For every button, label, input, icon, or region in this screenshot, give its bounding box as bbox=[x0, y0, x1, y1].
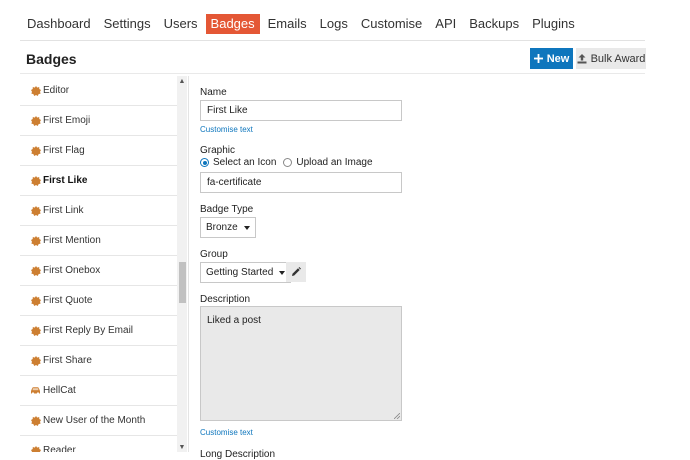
caret-down-icon bbox=[243, 225, 250, 230]
certificate-icon bbox=[30, 175, 41, 186]
name-label: Name bbox=[200, 87, 227, 98]
badge-list-item[interactable]: First Mention bbox=[20, 226, 180, 256]
badge-list-item-label: First Quote bbox=[43, 295, 93, 306]
badge-list-item-label: First Mention bbox=[43, 235, 101, 246]
tab-backups[interactable]: Backups bbox=[464, 14, 524, 34]
tab-badges[interactable]: Badges bbox=[205, 14, 260, 34]
badge-list-item[interactable]: First Link bbox=[20, 196, 180, 226]
badge-list-item-label: First Reply By Email bbox=[43, 325, 134, 336]
certificate-icon bbox=[30, 445, 41, 452]
certificate-icon bbox=[30, 145, 41, 156]
page-title: Badges bbox=[26, 51, 77, 67]
bulk-award-label: Bulk Award bbox=[590, 52, 646, 65]
badge-list-item[interactable]: New User of the Month bbox=[20, 406, 180, 436]
header-divider bbox=[20, 73, 645, 74]
tab-settings[interactable]: Settings bbox=[99, 14, 156, 34]
tab-plugins[interactable]: Plugins bbox=[527, 14, 580, 34]
certificate-icon bbox=[30, 85, 41, 96]
badge-type-label: Badge Type bbox=[200, 204, 254, 215]
plus-icon bbox=[533, 54, 543, 63]
admin-nav: Dashboard Settings Users Badges Emails Logs Cu… bbox=[20, 14, 583, 34]
caret-down-icon bbox=[279, 270, 286, 275]
certificate-icon bbox=[30, 295, 41, 306]
new-badge-button[interactable]: New bbox=[530, 48, 573, 69]
badge-list-item[interactable]: First Quote bbox=[20, 286, 180, 316]
certificate-icon bbox=[30, 115, 41, 126]
badge-list-item-label: HellCat bbox=[43, 385, 76, 396]
badge-list-item-label: New User of the Month bbox=[43, 415, 146, 426]
graphic-label: Graphic bbox=[200, 145, 236, 156]
tab-emails[interactable]: Emails bbox=[263, 14, 312, 34]
car-icon bbox=[30, 385, 41, 396]
badge-list-item[interactable]: First Onebox bbox=[20, 256, 180, 286]
description-textarea[interactable]: Liked a post bbox=[200, 306, 402, 421]
name-input[interactable]: First Like bbox=[200, 100, 402, 121]
certificate-icon bbox=[30, 415, 41, 426]
bulk-award-button[interactable]: Bulk Award bbox=[576, 48, 646, 69]
upload-image-radio[interactable] bbox=[283, 158, 293, 167]
badge-list-item[interactable]: First Flag bbox=[20, 136, 180, 166]
certificate-icon bbox=[30, 265, 41, 276]
badge-list-item-label: Editor bbox=[43, 85, 70, 96]
upload-image-label[interactable]: Upload an Image bbox=[296, 157, 372, 168]
description-label: Description bbox=[200, 294, 251, 305]
scroll-thumb[interactable] bbox=[179, 262, 186, 303]
badge-list-item-label: Reader bbox=[43, 445, 76, 452]
tab-customise[interactable]: Customise bbox=[356, 14, 427, 34]
description-text: Liked a post bbox=[207, 315, 261, 326]
badge-list-item-label: First Like bbox=[43, 175, 88, 186]
tab-api[interactable]: API bbox=[430, 14, 461, 34]
tab-logs[interactable]: Logs bbox=[315, 14, 353, 34]
upload-icon bbox=[577, 53, 587, 63]
graphic-options: Select an Icon Upload an Image bbox=[200, 157, 380, 168]
badge-list-scrollbar[interactable]: ▲ ▼ bbox=[177, 76, 187, 452]
scroll-down-arrow-icon[interactable]: ▼ bbox=[177, 442, 187, 452]
badge-list-item-label: First Flag bbox=[43, 145, 85, 156]
badge-list-item[interactable]: First Reply By Email bbox=[20, 316, 180, 346]
badge-type-select[interactable]: Bronze bbox=[200, 217, 256, 238]
badge-list-item-label: First Onebox bbox=[43, 265, 101, 276]
badge-list-item[interactable]: First Share bbox=[20, 346, 180, 376]
tab-dashboard[interactable]: Dashboard bbox=[20, 14, 96, 34]
group-select[interactable]: Getting Started bbox=[200, 262, 292, 283]
long-description-label: Long Description bbox=[200, 449, 276, 460]
certificate-icon bbox=[30, 355, 41, 366]
badge-list-item-label: First Emoji bbox=[43, 115, 91, 126]
nav-divider bbox=[20, 40, 645, 41]
scroll-up-arrow-icon[interactable]: ▲ bbox=[177, 76, 187, 86]
certificate-icon bbox=[30, 235, 41, 246]
group-label: Group bbox=[200, 249, 228, 260]
name-customise-link[interactable]: Customise text bbox=[200, 125, 253, 134]
edit-group-button[interactable] bbox=[286, 262, 306, 282]
new-badge-label: New bbox=[546, 52, 570, 65]
certificate-icon bbox=[30, 205, 41, 216]
badge-list-item[interactable]: HellCat bbox=[20, 376, 180, 406]
badge-list-item-label: First Link bbox=[43, 205, 84, 216]
badge-list-item[interactable]: First Emoji bbox=[20, 106, 180, 136]
certificate-icon bbox=[30, 325, 41, 336]
badge-list: Editor First Emoji First Flag First Like Fir… bbox=[20, 76, 189, 452]
badge-list-item[interactable]: Reader bbox=[20, 436, 180, 452]
icon-input[interactable]: fa-certificate bbox=[200, 172, 402, 193]
badge-list-item[interactable]: Editor bbox=[20, 76, 180, 106]
badge-type-value: Bronze bbox=[206, 222, 238, 233]
select-icon-radio[interactable] bbox=[200, 158, 209, 167]
badge-list-item[interactable]: First Like bbox=[20, 166, 180, 196]
select-icon-label[interactable]: Select an Icon bbox=[213, 157, 276, 168]
tab-users[interactable]: Users bbox=[159, 14, 203, 34]
group-value: Getting Started bbox=[206, 267, 274, 278]
description-customise-link[interactable]: Customise text bbox=[200, 428, 253, 437]
resize-grip-icon[interactable] bbox=[394, 413, 400, 419]
pencil-icon bbox=[292, 267, 301, 276]
badge-list-item-label: First Share bbox=[43, 355, 92, 366]
